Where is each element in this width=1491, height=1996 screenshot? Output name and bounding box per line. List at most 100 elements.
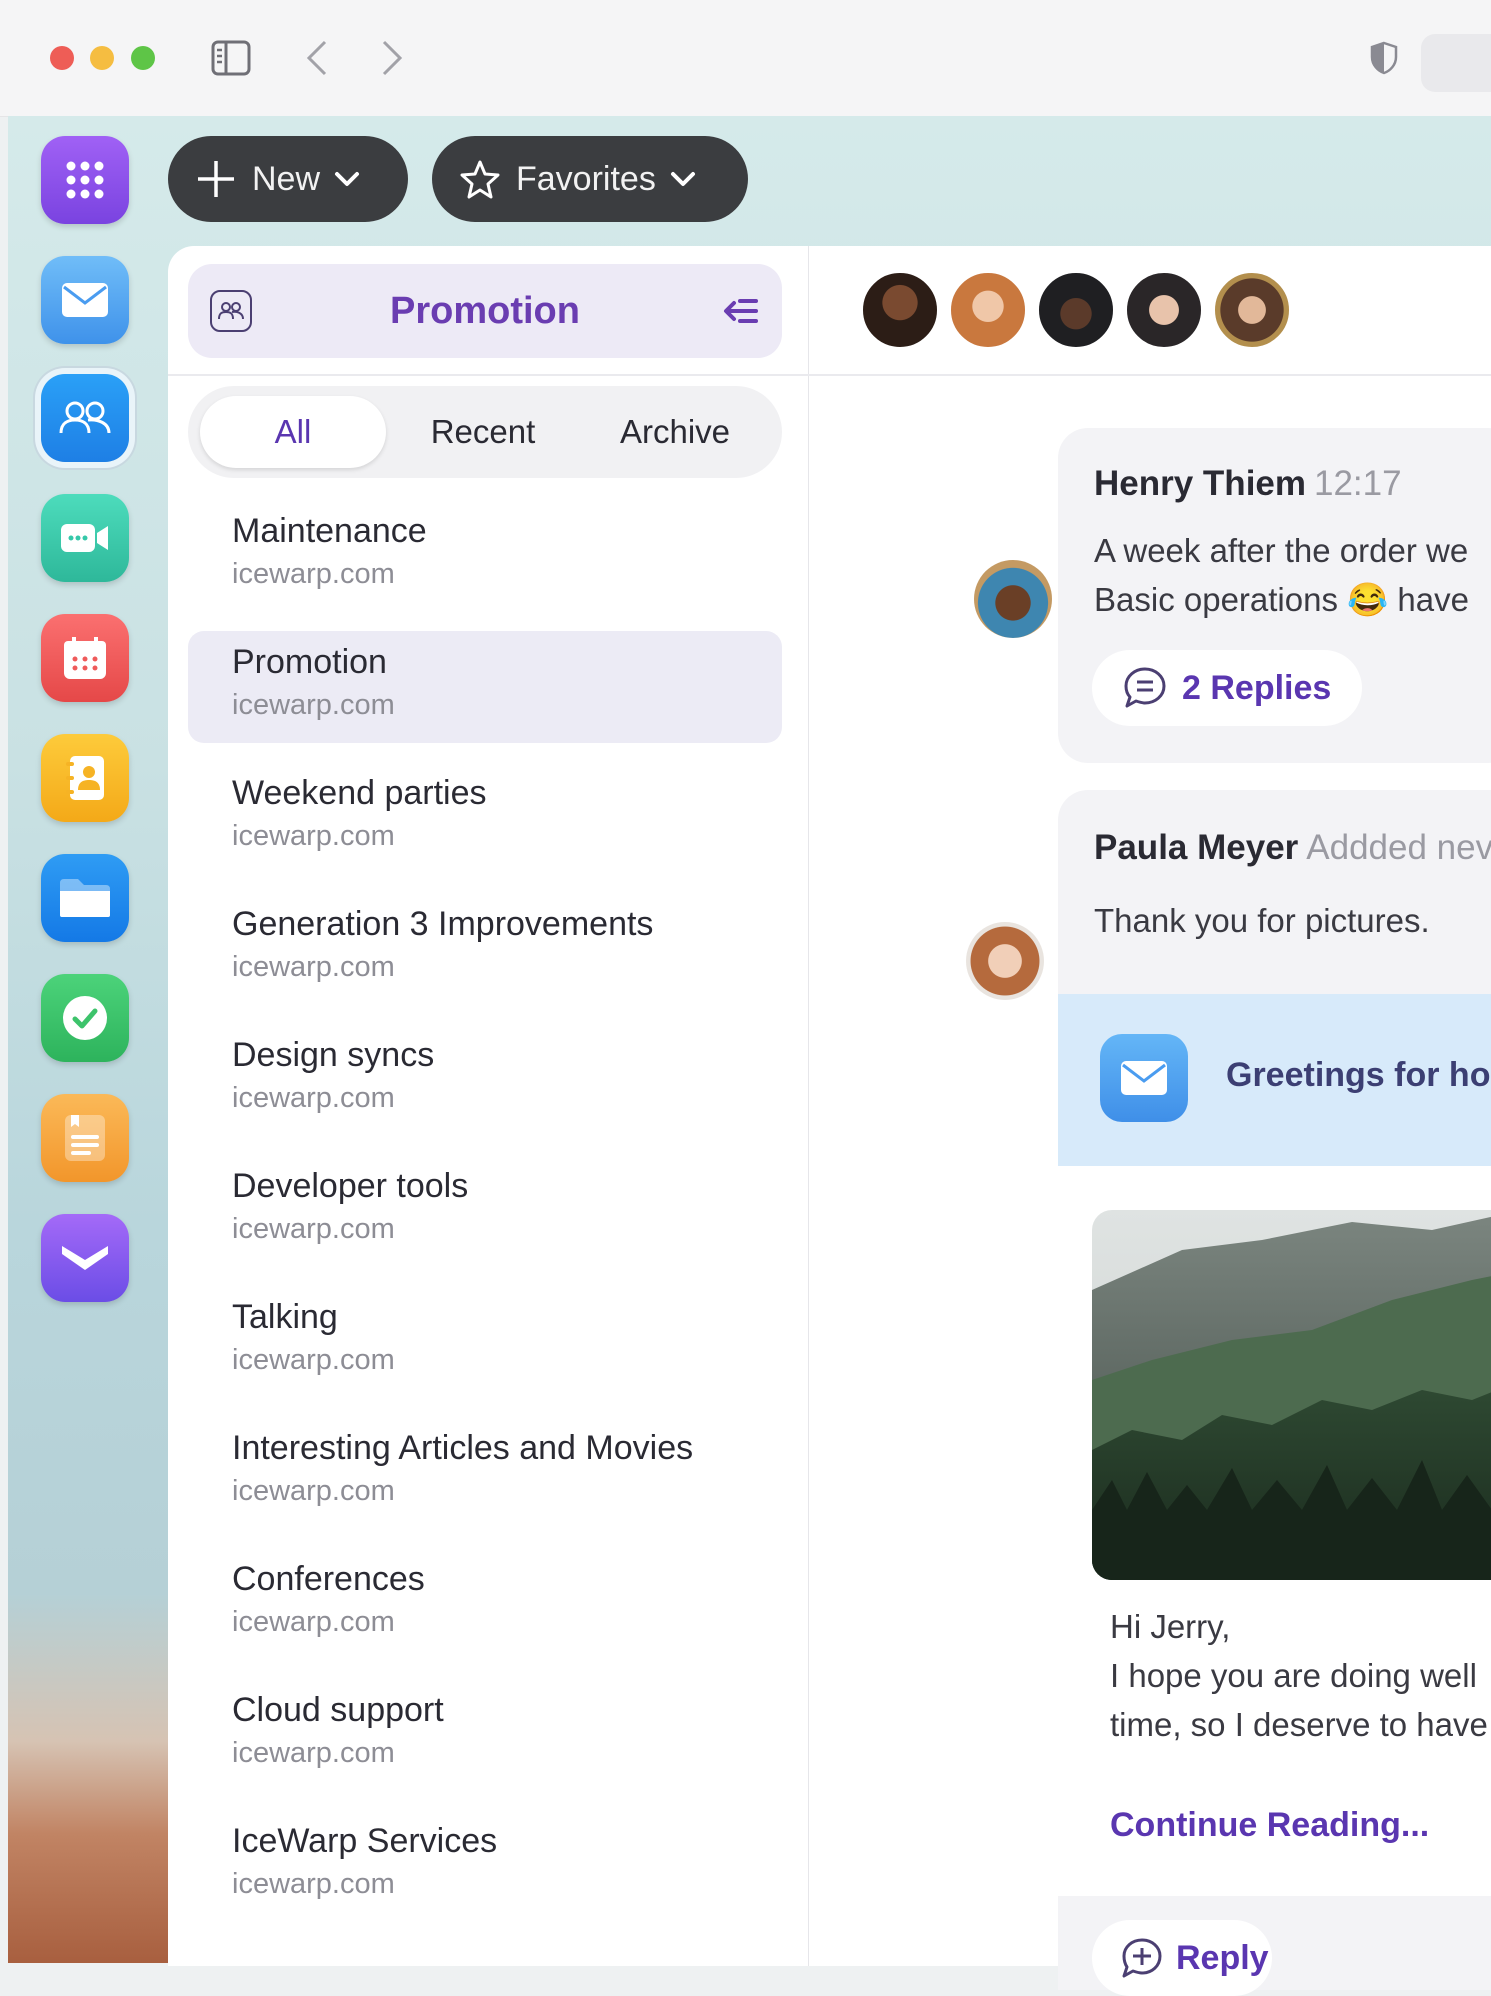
chevron-down-icon	[670, 170, 696, 188]
sidebar-toggle-icon[interactable]	[208, 38, 254, 78]
message-text: Thank you for pictures.	[1094, 902, 1430, 939]
emoji-icon: 😂	[1347, 581, 1389, 618]
participant-avatar[interactable]	[1036, 270, 1116, 350]
message-card: Henry Thiem 12:17 A week after the order …	[1058, 428, 1491, 763]
conversation-domain: icewarp.com	[232, 1213, 395, 1245]
app-dock	[8, 116, 168, 1963]
back-icon[interactable]	[300, 38, 334, 78]
conversation-list-pane: Promotion All Recent Archive Maintenance…	[168, 246, 809, 1966]
message-text-line: A week after the order we	[1094, 532, 1469, 569]
email-body-line: time, so I deserve to have	[1110, 1706, 1488, 1743]
participant-avatar[interactable]	[1124, 270, 1204, 350]
header-divider	[168, 374, 1491, 376]
forward-icon[interactable]	[375, 38, 409, 78]
new-button[interactable]: New	[168, 136, 408, 222]
message-sender: Paula Meyer Addded nev	[1094, 828, 1491, 868]
close-window-button[interactable]	[50, 46, 74, 70]
replies-count: 2 Replies	[1182, 668, 1332, 707]
message-text-line: Basic operations 😂 have	[1094, 581, 1469, 620]
teamchat-app-icon[interactable]	[41, 374, 129, 462]
sender-name[interactable]: Henry Thiem	[1094, 464, 1306, 503]
conversation-item[interactable]: Generation 3 Improvements icewarp.com	[188, 893, 782, 1005]
tasks-app-icon[interactable]	[41, 974, 129, 1062]
conversation-item[interactable]: Weekend parties icewarp.com	[188, 762, 782, 874]
mail-icon	[1100, 1034, 1188, 1122]
conversation-item[interactable]: Cloud support icewarp.com	[188, 1679, 782, 1791]
conversation-title: Talking	[232, 1298, 338, 1336]
message-text: have	[1397, 581, 1469, 618]
contacts-app-icon[interactable]	[41, 734, 129, 822]
conversation-domain: icewarp.com	[232, 1868, 395, 1900]
sender-name[interactable]: Paula Meyer	[1094, 828, 1298, 867]
minimize-window-button[interactable]	[90, 46, 114, 70]
conversation-item[interactable]: Conferences icewarp.com	[188, 1548, 782, 1660]
conversation-item[interactable]: Maintenance icewarp.com	[188, 500, 782, 612]
conversation-item-selected[interactable]: Promotion icewarp.com	[188, 631, 782, 743]
reply-button[interactable]: Reply	[1092, 1920, 1272, 1996]
conversation-item[interactable]: Talking icewarp.com	[188, 1286, 782, 1398]
conversation-domain: icewarp.com	[232, 1737, 395, 1769]
participant-avatar[interactable]	[860, 270, 940, 350]
shield-icon[interactable]	[1366, 38, 1402, 78]
filter-tabs: All Recent Archive	[188, 386, 782, 478]
replies-button[interactable]: 2 Replies	[1092, 650, 1362, 726]
email-preview: Hi Jerry, I hope you are doing well time…	[1058, 1166, 1491, 1896]
email-body-line: I hope you are doing well	[1110, 1657, 1477, 1694]
mail-app-icon[interactable]	[41, 256, 129, 344]
conversation-item[interactable]: Developer tools icewarp.com	[188, 1155, 782, 1267]
attached-email[interactable]: Greetings for holi	[1058, 994, 1491, 1166]
favorites-button[interactable]: Favorites	[432, 136, 748, 222]
email-body-line: Hi Jerry,	[1110, 1608, 1231, 1645]
calendar-app-icon[interactable]	[41, 614, 129, 702]
tab-recent[interactable]: Recent	[398, 396, 568, 468]
reply-plus-icon	[1120, 1936, 1164, 1980]
continue-reading-link[interactable]: Continue Reading...	[1110, 1806, 1429, 1845]
conversation-item[interactable]: IceWarp Services icewarp.com	[188, 1810, 782, 1922]
star-icon	[460, 159, 500, 199]
meetings-app-icon[interactable]	[41, 494, 129, 582]
conversation-title: IceWarp Services	[232, 1822, 498, 1860]
conversation-item[interactable]: Interesting Articles and Movies icewarp.…	[188, 1417, 782, 1529]
conversation-title: Cloud support	[232, 1691, 444, 1729]
app-background: New Favorites Promotion All Recent Archi…	[8, 116, 1491, 1996]
conversation-title: Generation 3 Improvements	[232, 905, 654, 943]
tab-archive[interactable]: Archive	[580, 396, 770, 468]
message-sender: Henry Thiem 12:17	[1094, 464, 1402, 504]
sender-avatar[interactable]	[974, 560, 1052, 638]
window-titlebar	[0, 0, 1491, 117]
participant-avatar[interactable]	[1212, 270, 1292, 350]
conversation-domain: icewarp.com	[232, 1082, 395, 1114]
message-meta: Addded nev	[1306, 828, 1491, 867]
conversation-title: Weekend parties	[232, 774, 487, 812]
files-app-icon[interactable]	[41, 854, 129, 942]
apps-grid-icon[interactable]	[41, 136, 129, 224]
participant-avatar[interactable]	[948, 270, 1028, 350]
message-text: Basic operations	[1094, 581, 1338, 618]
conversation-title: Design syncs	[232, 1036, 435, 1074]
group-title: Promotion	[390, 290, 580, 332]
reply-label: Reply	[1176, 1938, 1269, 1977]
sender-avatar[interactable]	[966, 922, 1044, 1000]
mountain-photo[interactable]	[1092, 1210, 1491, 1580]
collapse-panel-icon[interactable]	[722, 292, 760, 330]
conversation-title: Conferences	[232, 1560, 425, 1598]
message-time: 12:17	[1314, 464, 1402, 503]
notes-app-icon[interactable]	[41, 1094, 129, 1182]
conversation-domain: icewarp.com	[232, 951, 395, 983]
conversation-domain: icewarp.com	[232, 820, 395, 852]
conversation-title: Interesting Articles and Movies	[232, 1429, 694, 1467]
address-bar[interactable]	[1421, 34, 1491, 92]
message-card: Paula Meyer Addded nev Thank you for pict…	[1058, 790, 1491, 1996]
docs-app-icon[interactable]	[41, 1214, 129, 1302]
new-button-label: New	[252, 159, 321, 198]
comment-icon	[1122, 665, 1168, 711]
conversation-item[interactable]: Design syncs icewarp.com	[188, 1024, 782, 1136]
group-header: Promotion	[188, 264, 782, 358]
conversation-title: Maintenance	[232, 512, 427, 550]
zoom-window-button[interactable]	[131, 46, 155, 70]
conversation-domain: icewarp.com	[232, 689, 395, 721]
tab-all[interactable]: All	[200, 396, 386, 468]
plus-icon	[196, 159, 236, 199]
chevron-down-icon	[334, 170, 360, 188]
conversation-domain: icewarp.com	[232, 1475, 395, 1507]
